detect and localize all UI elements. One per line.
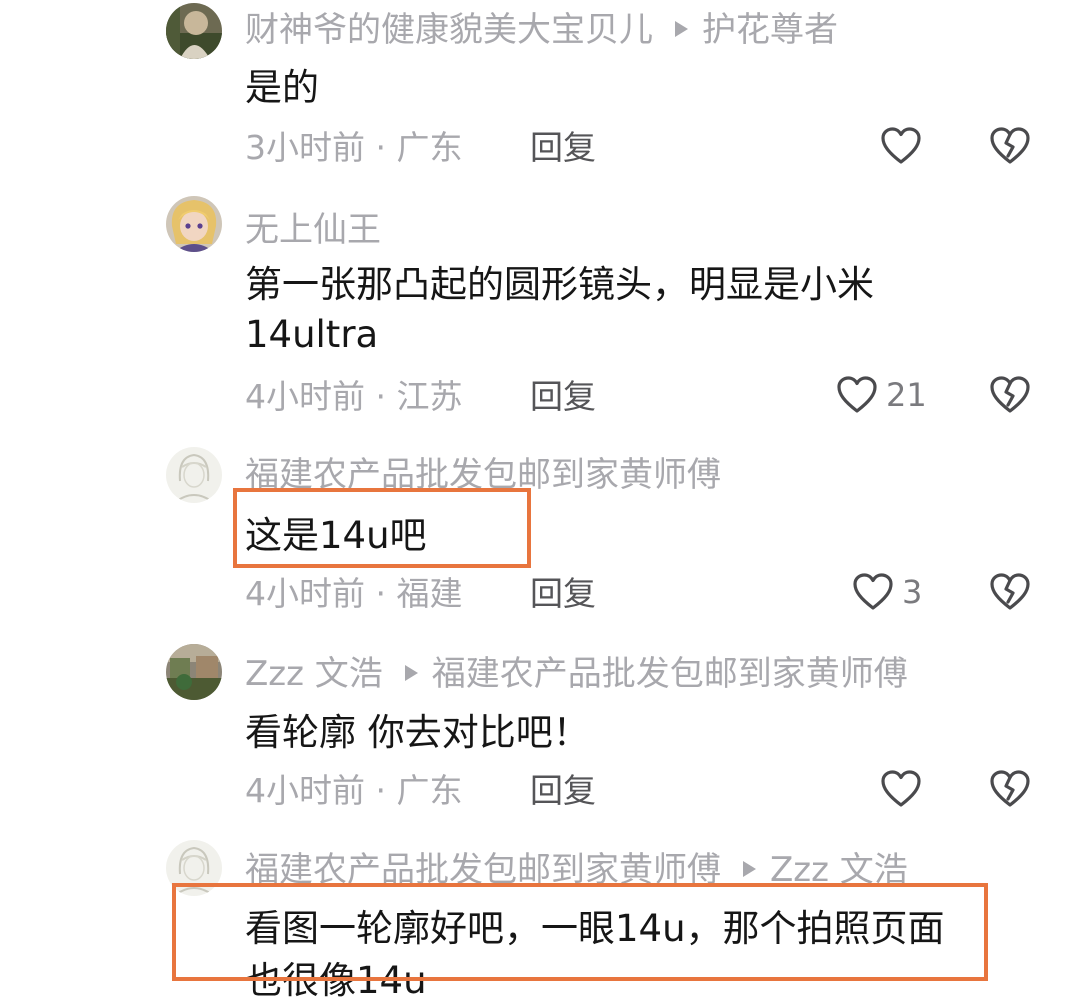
sketch-avatar-icon <box>166 447 222 503</box>
reply-button[interactable]: 回复 <box>530 128 596 168</box>
avatar[interactable] <box>166 447 222 503</box>
comment-author-line: 财神爷的健康貌美大宝贝儿 护花尊者 <box>245 10 838 50</box>
dislike-button[interactable] <box>989 572 1031 616</box>
comment-text: 是的 <box>245 64 319 112</box>
comment-author-line: 福建农产品批发包邮到家黄师傅 <box>245 455 721 495</box>
comment-time: 4小时前 <box>245 574 365 613</box>
comment-location: 江苏 <box>396 377 463 416</box>
comment-author[interactable]: 福建农产品批发包邮到家黄师傅 <box>245 850 721 890</box>
reply-arrow-icon <box>675 20 688 37</box>
heart-icon <box>853 573 893 610</box>
comment-author[interactable]: Zzz 文浩 <box>245 654 383 694</box>
heart-icon <box>881 770 921 807</box>
broken-heart-icon <box>990 127 1030 164</box>
comment-text-line: 也很像14u <box>245 959 427 1002</box>
dislike-button[interactable] <box>989 375 1031 419</box>
comment-time: 3小时前 <box>245 128 365 167</box>
dislike-button[interactable] <box>989 769 1031 813</box>
avatar-photo-icon <box>166 3 222 59</box>
comment-text-line: 14ultra <box>245 313 379 356</box>
like-button[interactable]: 3 <box>852 572 922 612</box>
comment-author[interactable]: 福建农产品批发包邮到家黄师傅 <box>245 455 721 495</box>
comment-text-line: 是的 <box>245 66 319 109</box>
photo-avatar-icon <box>166 644 222 700</box>
comment-author-line: Zzz 文浩 福建农产品批发包邮到家黄师傅 <box>245 654 908 694</box>
comment-location: 福建 <box>396 574 463 613</box>
comment-text-line: 看轮廓 你去对比吧！ <box>245 711 590 754</box>
reply-button[interactable]: 回复 <box>530 771 596 811</box>
avatar[interactable] <box>166 196 222 252</box>
reply-button[interactable]: 回复 <box>530 574 596 614</box>
broken-heart-icon <box>990 573 1030 610</box>
comment-author-line: 无上仙王 <box>245 210 381 250</box>
comment-text-line: 看图一轮廓好吧，一眼14u，那个拍照页面 <box>245 907 945 950</box>
like-button[interactable] <box>880 769 922 809</box>
comment-text: 看轮廓 你去对比吧！ <box>245 709 590 757</box>
comment-time: 4小时前 <box>245 771 365 810</box>
heart-icon <box>837 376 877 413</box>
avatar[interactable] <box>166 3 222 59</box>
comment-meta: 4小时前 · 广东 <box>245 771 462 811</box>
comment-location: 广东 <box>396 771 463 810</box>
comment-author[interactable]: 无上仙王 <box>245 210 381 250</box>
comment-time: 4小时前 <box>245 377 365 416</box>
like-button[interactable]: 21 <box>836 375 927 415</box>
comment-location: 广东 <box>396 128 463 167</box>
meta-separator: · <box>365 128 397 167</box>
comment-text: 第一张那凸起的圆形镜头，明显是小米 14ultra <box>245 261 874 359</box>
comment-reply-to[interactable]: Zzz 文浩 <box>770 850 908 890</box>
comment-meta: 3小时前 · 广东 <box>245 128 462 168</box>
like-button[interactable] <box>880 126 922 166</box>
comment-reply-to[interactable]: 护花尊者 <box>702 10 838 50</box>
broken-heart-icon <box>990 376 1030 413</box>
comment-text-line: 这是14u吧 <box>245 514 427 557</box>
comment-meta: 4小时前 · 福建 <box>245 574 462 614</box>
comment-text: 这是14u吧 <box>245 512 427 560</box>
broken-heart-icon <box>990 770 1030 807</box>
heart-icon <box>881 127 921 164</box>
meta-separator: · <box>365 377 397 416</box>
comment-reply-to[interactable]: 福建农产品批发包邮到家黄师傅 <box>432 654 908 694</box>
reply-button[interactable]: 回复 <box>530 377 596 417</box>
like-count: 3 <box>902 573 923 611</box>
dislike-button[interactable] <box>989 126 1031 170</box>
avatar[interactable] <box>166 840 222 896</box>
meta-separator: · <box>365 771 397 810</box>
comment-text: 看图一轮廓好吧，一眼14u，那个拍照页面 也很像14u <box>245 905 945 1005</box>
avatar[interactable] <box>166 644 222 700</box>
comment-meta: 4小时前 · 江苏 <box>245 377 462 417</box>
like-count: 21 <box>886 376 927 414</box>
sketch-avatar-icon <box>166 840 222 896</box>
comment-author[interactable]: 财神爷的健康貌美大宝贝儿 <box>245 10 653 50</box>
anime-avatar-icon <box>166 196 222 252</box>
meta-separator: · <box>365 574 397 613</box>
comment-text-line: 第一张那凸起的圆形镜头，明显是小米 <box>245 263 874 306</box>
reply-arrow-icon <box>743 860 756 877</box>
comment-author-line: 福建农产品批发包邮到家黄师傅 Zzz 文浩 <box>245 850 908 890</box>
reply-arrow-icon <box>404 664 418 681</box>
